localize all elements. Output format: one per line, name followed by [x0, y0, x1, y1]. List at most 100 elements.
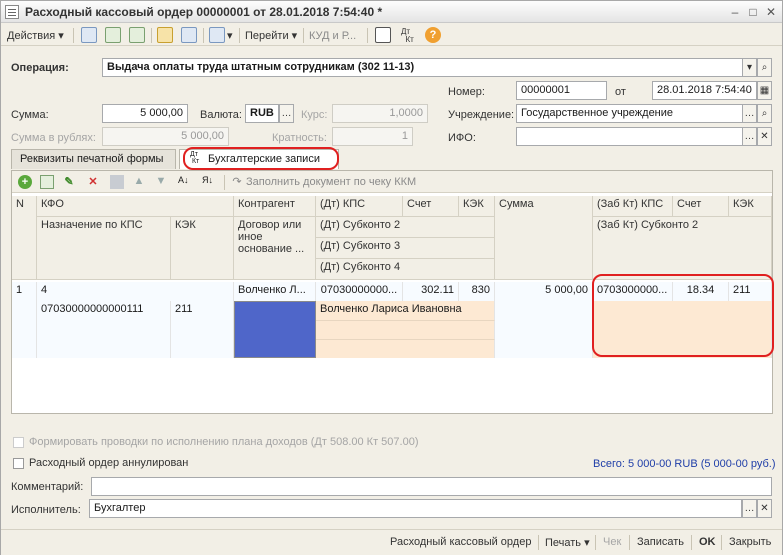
close-button[interactable]: Закрыть [729, 536, 771, 548]
minimize-icon[interactable]: – [728, 5, 742, 19]
check-button[interactable]: Чек [603, 536, 621, 548]
operation-field[interactable]: Выдача оплаты труда штатным сотрудникам … [102, 58, 743, 77]
col-header-kt-sub2[interactable]: (Заб Кт) Субконто 2 [593, 217, 772, 280]
help-icon[interactable]: ? [425, 27, 441, 43]
refresh-icon[interactable] [105, 27, 121, 43]
based-on-dropdown[interactable]: ▾ [227, 28, 233, 44]
number-label: Номер: [448, 86, 485, 98]
fill-by-receipt-button[interactable]: Заполнить документ по чеку ККМ [246, 174, 416, 190]
col-header-kt-kps[interactable]: (Заб Кт) КПС [593, 196, 673, 217]
cell-dt-kps[interactable]: 07030000000... [316, 282, 403, 301]
cancelled-label: Расходный ордер аннулирован [29, 457, 189, 469]
cell-dt-sub3[interactable] [316, 320, 495, 339]
rate-field: 1,0000 [332, 104, 428, 123]
edit-icon[interactable]: ✎ [62, 175, 76, 189]
ok-button[interactable]: OK [699, 536, 716, 548]
window-title: Расходный кассовый ордер 00000001 от 28.… [25, 5, 383, 19]
col-header-kek2[interactable]: КЭК [171, 217, 234, 280]
col-header-dt-sub3[interactable]: (Дт) Субконто 3 [316, 238, 495, 259]
cell-account[interactable]: 302.11 [403, 282, 459, 301]
sort-desc-icon[interactable]: Я↓ [202, 175, 216, 189]
comment-label: Комментарий: [11, 481, 84, 493]
close-icon[interactable]: ✕ [764, 5, 778, 19]
executor-select-button[interactable]: … [742, 499, 757, 518]
grid-toolbar: + ✎ ✕ ▲ ▼ A↓ Я↓ ↷ Заполнить документ по … [12, 171, 772, 193]
add-icon[interactable]: + [18, 175, 32, 189]
multiplicity-field: 1 [332, 127, 413, 146]
print-menu-button[interactable]: Печать ▾ [545, 536, 590, 549]
col-header-kt-kek[interactable]: КЭК [729, 196, 772, 217]
form-postings-checkbox[interactable] [13, 437, 24, 448]
new-document-icon[interactable] [81, 27, 97, 43]
currency-field[interactable]: RUB [245, 104, 279, 123]
end-edit-icon[interactable] [110, 175, 124, 189]
col-header-purpose[interactable]: Назначение по КПС [37, 217, 171, 280]
title-bar: Расходный кассовый ордер 00000001 от 28.… [1, 1, 782, 23]
report-icon[interactable] [375, 27, 391, 43]
col-header-account[interactable]: Счет [403, 196, 459, 217]
ifo-clear-icon[interactable]: ✕ [757, 127, 772, 146]
bottom-bar: Расходный кассовый ордер Печать ▾ Чек За… [1, 529, 782, 555]
cell-kfo[interactable]: 4 [37, 282, 234, 301]
cell-kek[interactable]: 830 [459, 282, 495, 301]
col-header-sum[interactable]: Сумма [495, 196, 593, 280]
date-field[interactable]: 28.01.2018 7:54:40 [652, 81, 757, 100]
cell-purpose[interactable]: 07030000000000111 [37, 301, 171, 358]
save-button[interactable]: Записать [637, 536, 684, 548]
ifo-select-button[interactable]: … [742, 127, 757, 146]
executor-clear-icon[interactable]: ✕ [757, 499, 772, 518]
cancelled-checkbox[interactable] [13, 458, 24, 469]
col-header-kfo[interactable]: КФО [37, 196, 234, 217]
cell-n-cont [12, 301, 37, 358]
cell-n[interactable]: 1 [12, 282, 37, 301]
institution-select-button[interactable]: … [742, 104, 757, 123]
copy-icon[interactable] [129, 27, 145, 43]
print-form-button[interactable]: Расходный кассовый ордер [390, 536, 531, 548]
sum-rub-label: Сумма в рублях: [11, 132, 96, 144]
main-toolbar: Действия ▾ ▾ Перейти ▾ КУД и Р... Дт Кт … [1, 24, 782, 46]
col-header-counterparty[interactable]: Контрагент [234, 196, 316, 217]
operation-dropdown[interactable]: ▾ [742, 58, 757, 77]
cell-counterparty[interactable]: Волченко Л... [234, 282, 316, 301]
cell-contract-selected[interactable] [234, 301, 316, 358]
cell-dt-sub4[interactable] [316, 339, 495, 358]
cell-sum[interactable]: 5 000,00 [495, 282, 593, 301]
executor-field[interactable]: Бухгалтер [89, 499, 742, 518]
institution-search-icon[interactable]: ⌕ [757, 104, 772, 123]
cell-kek2[interactable]: 211 [171, 301, 234, 358]
sum-label: Сумма: [11, 109, 49, 121]
delete-icon[interactable]: ✕ [86, 175, 100, 189]
comment-field[interactable] [91, 477, 772, 496]
post-icon[interactable] [157, 27, 173, 43]
cell-dt-sub2[interactable]: Волченко Лариса Ивановна [316, 301, 495, 320]
goto-menu[interactable]: Перейти ▾ [245, 28, 297, 44]
maximize-icon[interactable]: □ [746, 5, 760, 19]
move-down-icon[interactable]: ▼ [154, 175, 168, 189]
number-field[interactable]: 00000001 [516, 81, 607, 100]
col-header-kt-account[interactable]: Счет [673, 196, 729, 217]
tab-print-requisites[interactable]: Реквизиты печатной формы [11, 149, 176, 169]
based-on-icon[interactable] [209, 27, 225, 43]
col-header-n[interactable]: N [12, 196, 37, 280]
col-header-dt-sub2[interactable]: (Дт) Субконто 2 [316, 217, 495, 238]
operation-label: Операция: [11, 62, 69, 74]
copy-row-icon[interactable] [40, 175, 54, 189]
sort-asc-icon[interactable]: A↓ [178, 175, 192, 189]
move-up-icon[interactable]: ▲ [132, 175, 146, 189]
ifo-label: ИФО: [448, 132, 476, 144]
institution-label: Учреждение: [448, 109, 515, 121]
col-header-kek[interactable]: КЭК [459, 196, 495, 217]
col-header-dt-kps[interactable]: (Дт) КПС [316, 196, 403, 217]
kud-menu[interactable]: КУД и Р... [309, 28, 356, 44]
dt-kt-icon[interactable]: Дт Кт [401, 28, 414, 44]
ifo-field[interactable] [516, 127, 743, 146]
currency-select-button[interactable]: … [279, 104, 294, 123]
col-header-dt-sub4[interactable]: (Дт) Субконто 4 [316, 259, 495, 280]
institution-field[interactable]: Государственное учреждение [516, 104, 743, 123]
actions-menu[interactable]: Действия ▾ [7, 28, 64, 44]
col-header-contract[interactable]: Договор или иное основание ... [234, 217, 316, 280]
unpost-icon[interactable] [181, 27, 197, 43]
operation-search-icon[interactable]: ⌕ [757, 58, 772, 77]
sum-field[interactable]: 5 000,00 [102, 104, 188, 123]
calendar-icon[interactable]: ▦ [757, 81, 772, 100]
